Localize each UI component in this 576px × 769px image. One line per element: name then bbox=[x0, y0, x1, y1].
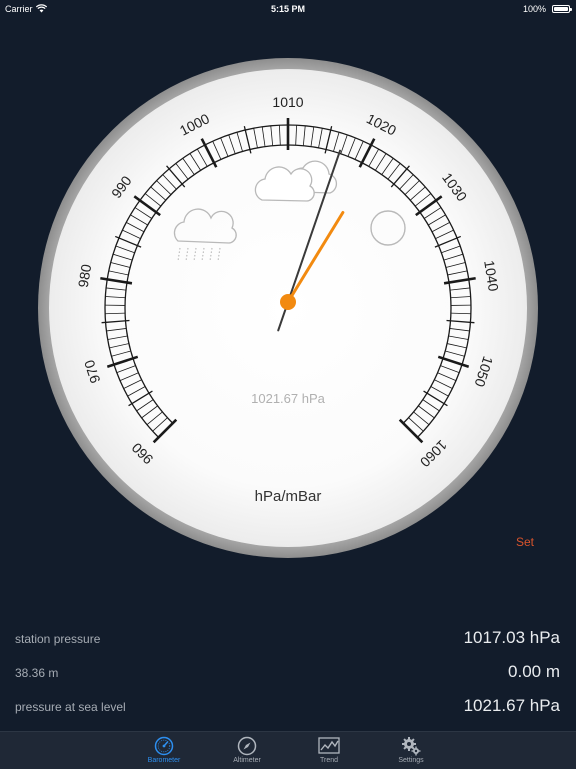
sea-level-pressure-row: pressure at sea level 1021.67 hPa bbox=[0, 690, 576, 724]
clock: 5:15 PM bbox=[0, 0, 576, 18]
station-pressure-row: station pressure 1017.03 hPa bbox=[0, 622, 576, 656]
needle-hub bbox=[280, 294, 296, 310]
gauge-unit: hPa/mBar bbox=[255, 488, 322, 505]
set-button[interactable]: Set bbox=[516, 535, 534, 549]
tab-trend[interactable]: Trend bbox=[299, 732, 359, 769]
tab-barometer[interactable]: Barometer bbox=[134, 732, 194, 769]
altitude-label: 38.36 m bbox=[15, 666, 58, 680]
station-pressure-label: station pressure bbox=[15, 632, 100, 646]
tab-settings-label: Settings bbox=[381, 757, 441, 764]
status-bar: Carrier 5:15 PM 100% bbox=[0, 0, 576, 18]
tab-trend-label: Trend bbox=[299, 757, 359, 764]
sea-level-pressure-value: 1021.67 hPa bbox=[464, 696, 560, 716]
trend-chart-icon bbox=[318, 736, 340, 756]
station-pressure-value: 1017.03 hPa bbox=[464, 628, 560, 648]
altitude-row: 38.36 m 0.00 m bbox=[0, 656, 576, 690]
barometer-icon bbox=[154, 736, 174, 756]
battery-fill bbox=[554, 7, 568, 11]
scale-label: 1010 bbox=[272, 94, 303, 110]
battery-percent: 100% bbox=[523, 0, 546, 18]
tab-settings[interactable]: Settings bbox=[381, 732, 441, 769]
tab-barometer-label: Barometer bbox=[134, 757, 194, 764]
altitude-value: 0.00 m bbox=[508, 662, 560, 682]
battery-icon bbox=[552, 5, 570, 13]
barometer-gauge: 9609709809901000101010201030104010501060… bbox=[38, 58, 538, 558]
tab-bar: Barometer Altimeter Trend bbox=[0, 731, 576, 769]
tab-altimeter[interactable]: Altimeter bbox=[217, 732, 277, 769]
sea-level-pressure-label: pressure at sea level bbox=[15, 700, 126, 714]
compass-icon bbox=[237, 736, 257, 756]
gear-icon bbox=[401, 736, 421, 756]
readings-list: station pressure 1017.03 hPa 38.36 m 0.0… bbox=[0, 622, 576, 724]
tab-altimeter-label: Altimeter bbox=[217, 757, 277, 764]
gauge-readout: 1021.67 hPa bbox=[251, 391, 326, 406]
